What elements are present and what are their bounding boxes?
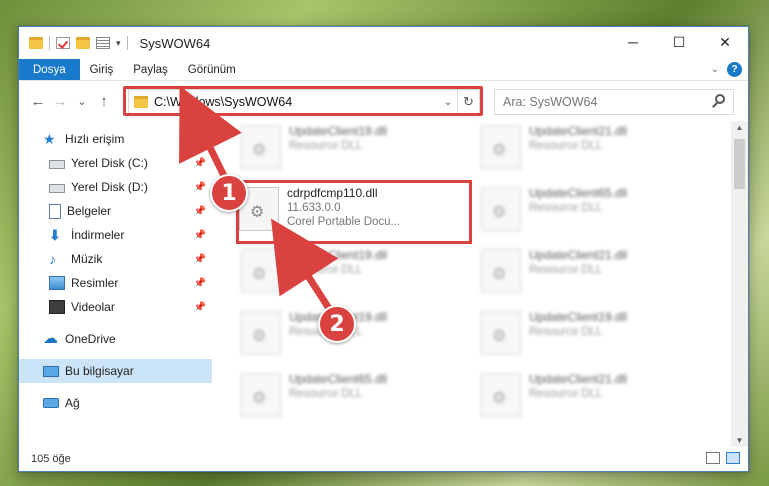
annotation-arrows (179, 85, 339, 312)
arrow-to-dll-file (271, 218, 339, 312)
step-1-badge: 1 (210, 174, 248, 212)
step-2-badge: 2 (318, 305, 356, 343)
